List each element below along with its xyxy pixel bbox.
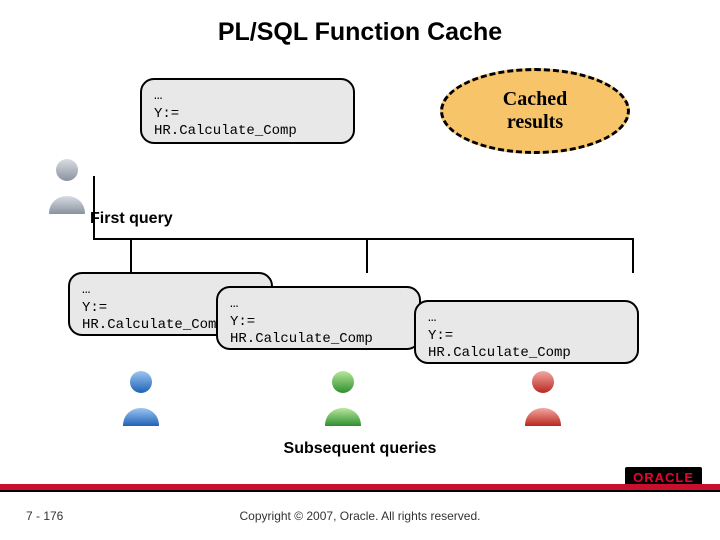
user-icon-initial bbox=[44, 156, 90, 216]
subsequent-queries-label: Subsequent queries bbox=[0, 440, 720, 458]
connector-line bbox=[93, 176, 95, 238]
code-line: … bbox=[428, 310, 436, 326]
code-box-bottom-3: … Y:= HR.Calculate_Comp bbox=[414, 300, 639, 364]
user-icon-green bbox=[320, 368, 366, 428]
footer: 7 - 176 Copyright © 2007, Oracle. All ri… bbox=[0, 492, 720, 540]
diagram-stage: … Y:= HR.Calculate_Comp Cached results F… bbox=[0, 68, 720, 480]
connector-line bbox=[93, 238, 633, 240]
code-line: Y:= bbox=[154, 106, 179, 122]
first-query-label: First query bbox=[90, 210, 173, 228]
code-line: HR.Calculate_Comp bbox=[230, 331, 373, 347]
connector-line bbox=[632, 238, 634, 273]
copyright-text: Copyright © 2007, Oracle. All rights res… bbox=[0, 509, 720, 523]
code-line: Y:= bbox=[230, 314, 255, 330]
page-title: PL/SQL Function Cache bbox=[0, 0, 720, 47]
cached-results-label: Cached results bbox=[503, 88, 567, 134]
logo-text: ORACLE bbox=[633, 470, 694, 485]
code-line: HR.Calculate_Comp bbox=[428, 345, 571, 361]
user-icon-blue bbox=[118, 368, 164, 428]
code-line: … bbox=[82, 282, 90, 298]
code-line: … bbox=[230, 296, 238, 312]
code-box-top: … Y:= HR.Calculate_Comp bbox=[140, 78, 355, 144]
connector-line bbox=[130, 238, 132, 273]
connector-line bbox=[366, 238, 368, 273]
code-line: HR.Calculate_Comp bbox=[82, 317, 225, 333]
code-line: Y:= bbox=[428, 328, 453, 344]
slide-number: 7 - 176 bbox=[26, 509, 63, 523]
code-box-bottom-2: … Y:= HR.Calculate_Comp bbox=[216, 286, 421, 350]
footer-divider bbox=[0, 484, 720, 490]
code-line: … bbox=[154, 88, 162, 104]
code-line: HR.Calculate_Comp bbox=[154, 123, 297, 139]
cached-results-ellipse: Cached results bbox=[440, 68, 630, 154]
user-icon-red bbox=[520, 368, 566, 428]
code-line: Y:= bbox=[82, 300, 107, 316]
